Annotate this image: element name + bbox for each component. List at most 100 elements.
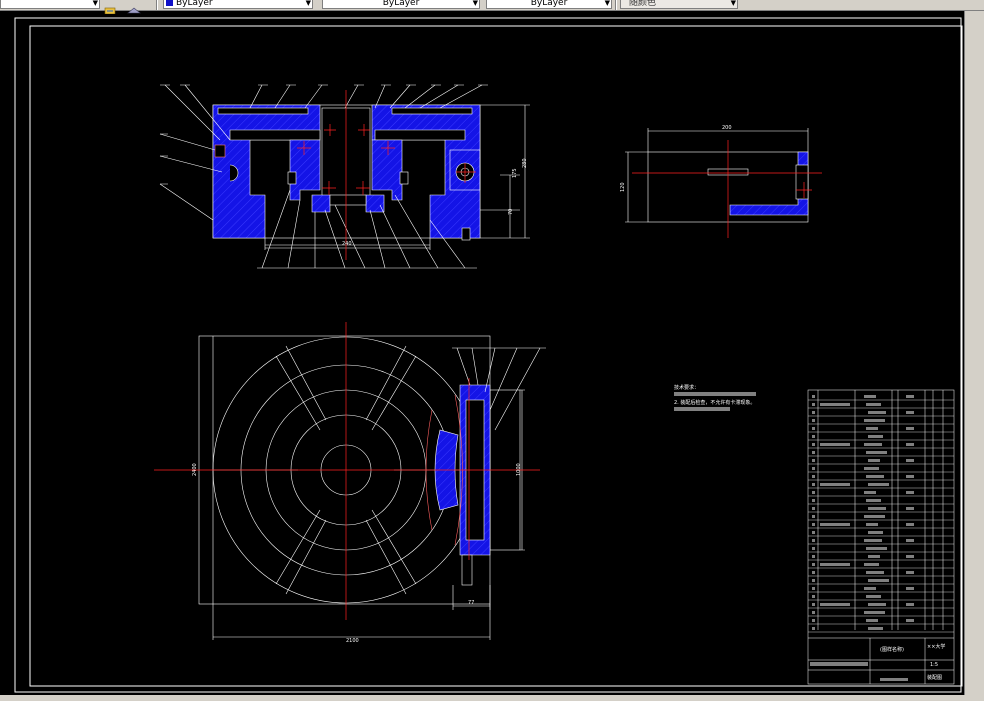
dim-text: 2400 [192, 463, 198, 476]
parts-row-text [866, 619, 878, 622]
parts-row-number [812, 539, 815, 542]
parts-row-text [868, 603, 886, 606]
parts-row-text [864, 419, 885, 422]
parts-row-number [812, 411, 815, 414]
parts-row-text [866, 595, 881, 598]
parts-list [807, 389, 955, 685]
parts-row-text [820, 603, 850, 606]
drawing-scale: 1:5 [930, 662, 938, 668]
parts-row-text [906, 475, 914, 478]
parts-row-number [812, 475, 815, 478]
parts-row-text [864, 443, 882, 446]
parts-row-text [906, 619, 914, 622]
linetype-dropdown[interactable]: ByLayer ▼ [322, 0, 480, 9]
parts-row-text [820, 563, 850, 566]
parts-row-text [906, 603, 914, 606]
plot-style-dropdown[interactable]: 随颜色 ▼ [620, 0, 738, 9]
parts-row-number [812, 579, 815, 582]
toolbar-separator [615, 0, 617, 10]
chevron-down-icon: ▼ [604, 0, 610, 7]
parts-row-text [864, 611, 885, 614]
parts-row-text [866, 475, 884, 478]
parts-row-number [812, 619, 815, 622]
dim-text: 240 [342, 241, 352, 247]
parts-row-text [906, 523, 914, 526]
parts-row-number [812, 603, 815, 606]
parts-row-number [812, 571, 815, 574]
parts-row-number [812, 531, 815, 534]
dim-text: 70 [508, 209, 514, 215]
parts-row-text [906, 571, 914, 574]
parts-row-text [868, 411, 886, 414]
notes-title: 技术要求： [674, 384, 699, 391]
plot-style-value: 随颜色 [629, 0, 657, 8]
properties-toolbar: ▼ ByLayer ▼ ByLayer ▼ ByLayer ▼ 随颜色 ▼ [0, 0, 984, 15]
parts-row-number [812, 451, 815, 454]
parts-row-text [866, 403, 881, 406]
side-centerlines [632, 140, 822, 238]
parts-row-number [812, 555, 815, 558]
notes-line: 2. 装配后检查，不允许有卡滞现象。 [674, 399, 755, 406]
chevron-down-icon: ▼ [730, 0, 736, 7]
school-name: ××大学 [927, 643, 945, 650]
sheet-name: 装配图 [927, 674, 942, 681]
color-value: ByLayer [176, 0, 213, 8]
parts-row-number [812, 523, 815, 526]
parts-row-text [866, 547, 887, 550]
parts-row-number [812, 491, 815, 494]
drawing-canvas[interactable]: 280 175 70 240 200 120 2100 2400 77 1000… [0, 14, 964, 694]
parts-row-number [812, 587, 815, 590]
chevron-down-icon: ▼ [305, 0, 311, 7]
parts-row-text [864, 563, 879, 566]
parts-row-number [812, 435, 815, 438]
parts-row-number [812, 595, 815, 598]
parts-row-text [906, 459, 914, 462]
parts-row-text [820, 523, 850, 526]
linetype-value: ByLayer [382, 0, 420, 8]
parts-row-text [868, 507, 886, 510]
layer-dropdown[interactable]: ▼ [0, 0, 100, 9]
vertical-scrollbar[interactable] [964, 11, 984, 701]
parts-row-number [812, 467, 815, 470]
parts-row-text [866, 571, 884, 574]
color-dropdown[interactable]: ByLayer ▼ [163, 0, 313, 9]
parts-row-text [868, 459, 880, 462]
side-dimension-text: 200 120 [620, 125, 732, 192]
parts-row-text [866, 523, 878, 526]
parts-row-text [906, 587, 914, 590]
parts-row-number [812, 395, 815, 398]
dim-text: 280 [522, 158, 528, 168]
dim-text: 175 [512, 168, 518, 178]
plan-view [198, 335, 546, 640]
dim-text: 2100 [346, 638, 359, 644]
parts-row-text [868, 555, 880, 558]
drawing-frame [29, 25, 963, 687]
cad-drawing: 280 175 70 240 200 120 2100 2400 77 1000… [14, 17, 963, 693]
technical-notes: 技术要求： 2. 装配后检查，不允许有卡滞现象。 [674, 384, 756, 411]
lineweight-dropdown[interactable]: ByLayer ▼ [486, 0, 612, 9]
layer-previous-icon[interactable] [127, 0, 141, 14]
parts-row-text [868, 483, 889, 486]
parts-row-text [866, 499, 881, 502]
dim-text: 200 [722, 125, 732, 131]
toolbar-separator [156, 0, 158, 10]
parts-row-number [812, 563, 815, 566]
chevron-down-icon: ▼ [92, 0, 98, 7]
parts-row-number [812, 627, 815, 630]
color-swatch-icon [166, 0, 173, 6]
parts-row-number [812, 403, 815, 406]
parts-row-text [906, 443, 914, 446]
parts-row-text [868, 435, 883, 438]
parts-row-text [906, 491, 914, 494]
parts-row-text [868, 627, 883, 630]
layer-states-icon[interactable] [104, 0, 118, 15]
chevron-down-icon: ▼ [472, 0, 478, 7]
parts-row-text [820, 403, 850, 406]
parts-row-text [906, 411, 914, 414]
sheet-border [14, 17, 962, 693]
parts-row-number [812, 547, 815, 550]
dim-text: 120 [620, 182, 626, 192]
parts-row-number [812, 483, 815, 486]
parts-row-text [864, 539, 882, 542]
parts-row-number [812, 499, 815, 502]
